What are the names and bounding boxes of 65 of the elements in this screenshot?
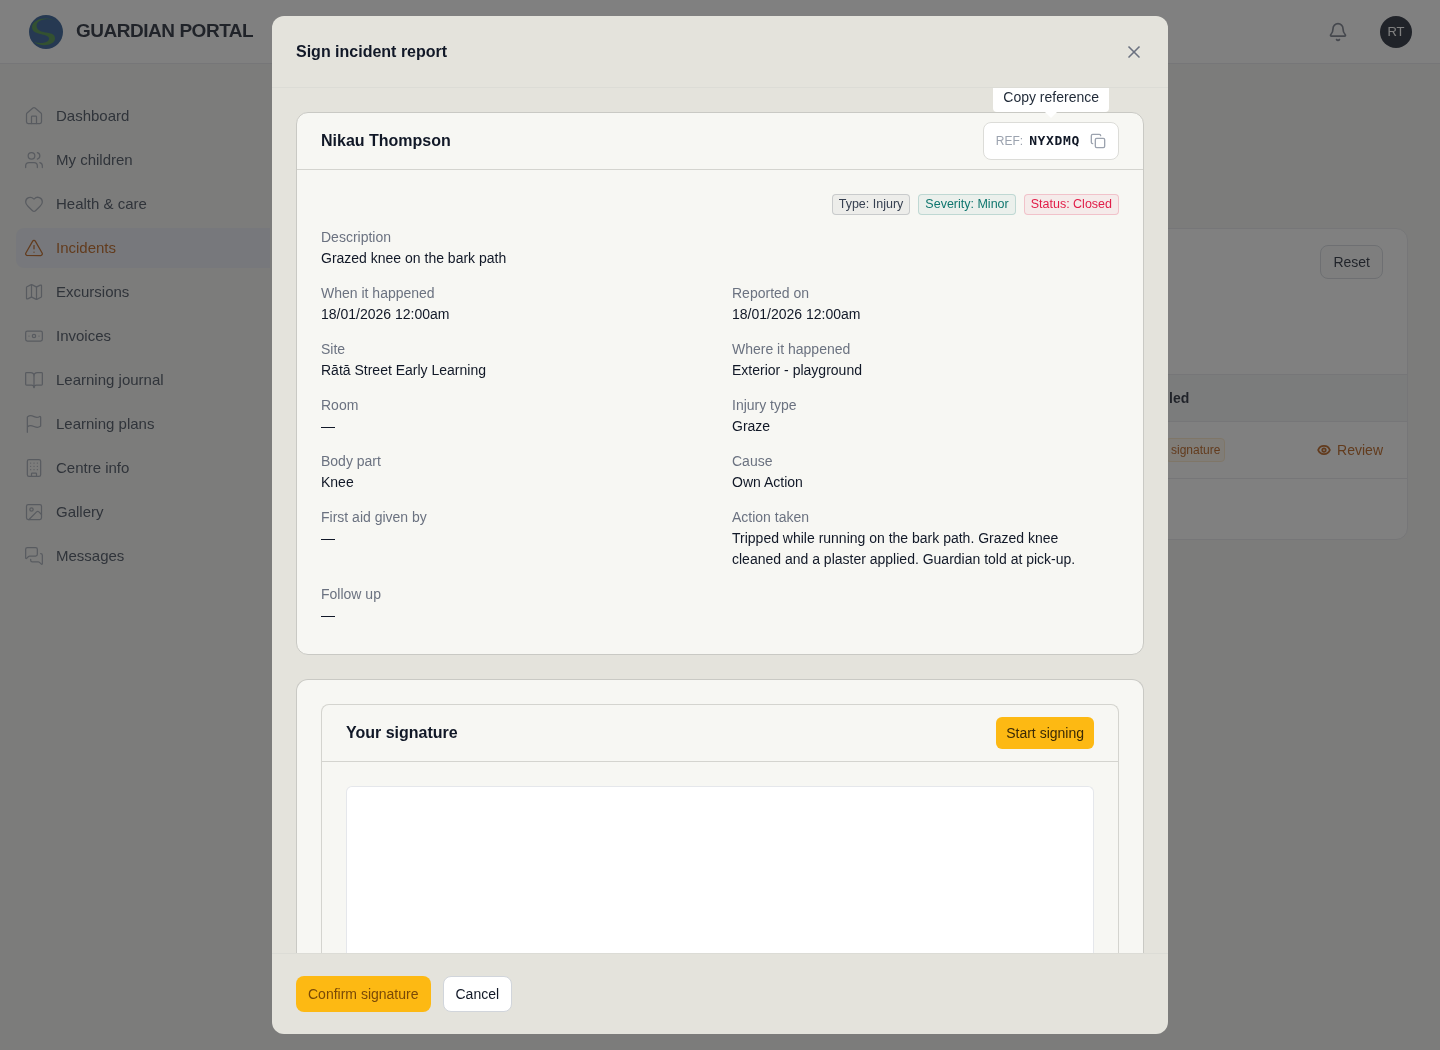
cancel-button[interactable]: Cancel: [442, 976, 513, 1012]
field-label: When it happened: [321, 284, 436, 303]
status-badge: signature: [1166, 438, 1226, 462]
chat-icon: [24, 546, 44, 566]
reference-chip[interactable]: REF: NYXDMQ: [982, 122, 1119, 160]
sidebar-item[interactable]: My children: [16, 140, 270, 180]
tag: Severity: Minor: [918, 194, 1016, 215]
field-value: Exterior - playground: [732, 361, 863, 380]
logo-icon: [28, 13, 64, 50]
field-label: Room: [321, 396, 360, 415]
child-name: Nikau Thompson: [321, 131, 451, 151]
building-icon: [24, 458, 44, 478]
tag: Status: Closed: [1023, 194, 1119, 215]
sidebar-item[interactable]: Health & care: [16, 184, 270, 224]
field-label: Follow up: [321, 585, 382, 604]
field-label: First aid given by: [321, 508, 428, 527]
field-value: Grazed knee on the bark path: [321, 249, 508, 268]
sidebar-item[interactable]: Messages: [16, 536, 270, 576]
warning-icon: [24, 238, 44, 258]
sidebar-item[interactable]: Invoices: [16, 316, 270, 356]
brand-name: GUARDIAN PORTAL: [76, 19, 254, 44]
field-label: Description: [321, 228, 393, 247]
notification-bell-icon[interactable]: [1328, 21, 1348, 42]
field-label: Injury type: [732, 396, 798, 415]
people-icon: [24, 150, 44, 170]
field-label: Action taken: [732, 508, 811, 527]
dialog-title: Sign incident report: [296, 41, 448, 62]
field-value: Graze: [732, 417, 772, 436]
flag-icon: [24, 414, 44, 434]
sidebar-item[interactable]: Incidents: [16, 228, 270, 268]
book-icon: [24, 370, 44, 390]
sidebar-item[interactable]: Gallery: [16, 492, 270, 532]
map-icon: [24, 282, 44, 302]
field-label: Cause: [732, 452, 774, 471]
field-value: Tripped while running on the bark path. Grazed knee cleaned and a plaster applied. Guardian told at pick-up.: [732, 529, 1077, 569]
column-heading: led: [1169, 388, 1190, 408]
reset-button[interactable]: Reset: [1320, 245, 1383, 279]
confirm-signature-button[interactable]: Confirm signature: [296, 976, 431, 1012]
field-value: Own Action: [732, 473, 804, 492]
sidebar-item[interactable]: Excursions: [16, 272, 270, 312]
field-label: Site: [321, 340, 347, 359]
field-label: Where it happened: [732, 340, 852, 359]
start-signing-button[interactable]: Start signing: [996, 717, 1094, 749]
sidebar-item[interactable]: Learning journal: [16, 360, 270, 400]
field-value: Rātā Street Early Learning: [321, 361, 487, 380]
field-value: —: [321, 529, 336, 548]
tag: Type: Injury: [831, 194, 911, 215]
user-avatar[interactable]: RT: [1380, 15, 1412, 48]
heart-icon: [24, 194, 44, 214]
copy-icon: [1090, 133, 1106, 149]
field-label: Reported on: [732, 284, 811, 303]
field-value: Knee: [321, 473, 355, 492]
field-value: —: [321, 606, 336, 625]
eye-icon: [1317, 443, 1332, 457]
field-value: 18/01/2026 12:00am: [732, 305, 862, 324]
sidebar-item[interactable]: Dashboard: [16, 96, 270, 136]
field-value: —: [321, 417, 336, 436]
signature-title: Your signature: [346, 723, 458, 743]
sidebar-item[interactable]: Learning plans: [16, 404, 270, 444]
review-link[interactable]: Review: [1317, 439, 1383, 461]
sidebar-item[interactable]: Centre info: [16, 448, 270, 488]
image-icon: [24, 502, 44, 522]
field-label: Body part: [321, 452, 382, 471]
field-value: 18/01/2026 12:00am: [321, 305, 451, 324]
home-icon: [24, 106, 44, 126]
